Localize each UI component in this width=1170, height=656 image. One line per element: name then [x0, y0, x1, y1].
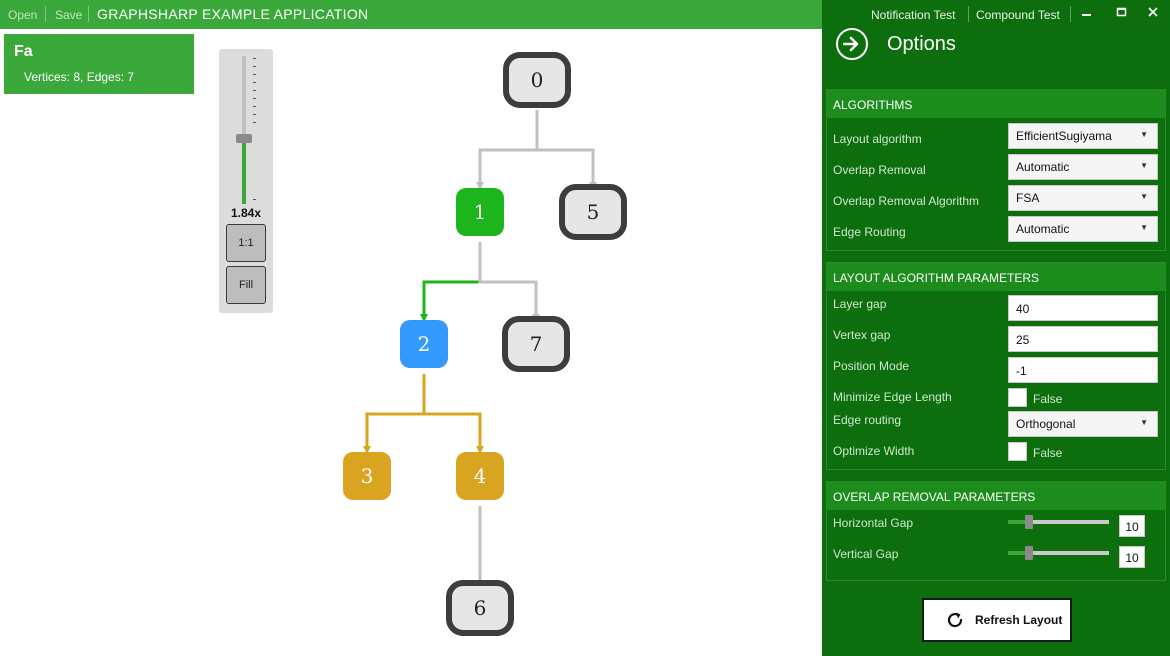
algorithms-header: ALGORITHMS	[827, 90, 1165, 118]
horizontal-gap-value[interactable]: 10	[1119, 515, 1145, 537]
edge-routing-value: Automatic	[1016, 222, 1070, 236]
vertex-label: 7	[530, 332, 543, 356]
horizontal-gap-label: Horizontal Gap	[833, 516, 914, 530]
minimize-edge-length-checkbox[interactable]	[1008, 388, 1027, 407]
minimize-edge-length-label: Minimize Edge Length	[833, 390, 952, 404]
overlap-parameters-section: OVERLAP REMOVAL PARAMETERS Horizontal Ga…	[826, 481, 1166, 581]
refresh-layout-button[interactable]: Refresh Layout	[922, 598, 1072, 642]
vertex-label: 6	[474, 596, 487, 620]
vertex-0[interactable]: 0	[503, 52, 571, 108]
edge-0-1	[476, 110, 539, 190]
edge-2-4	[422, 374, 484, 454]
optimize-width-checkbox[interactable]	[1008, 442, 1027, 461]
dropdown-arrow-icon: ▼	[1140, 161, 1148, 170]
edge-2-3	[363, 374, 426, 454]
vertex-3[interactable]: 3	[343, 452, 391, 500]
vertical-gap-label: Vertical Gap	[833, 547, 899, 561]
vertical-gap-slider[interactable]	[1008, 546, 1109, 560]
layout-algorithm-value: EfficientSugiyama	[1016, 129, 1112, 143]
optimize-width-value: False	[1033, 446, 1063, 460]
vertex-label: 5	[587, 200, 600, 224]
minimize-icon[interactable]	[1080, 5, 1094, 21]
edge-routing-select[interactable]: Automatic ▼	[1008, 216, 1158, 242]
layout-parameters-header: LAYOUT ALGORITHM PARAMETERS	[827, 263, 1165, 291]
vertex-label: 4	[474, 464, 487, 488]
position-mode-input[interactable]: -1	[1008, 357, 1158, 383]
position-mode-label: Position Mode	[833, 359, 910, 373]
maximize-icon[interactable]	[1115, 5, 1129, 21]
vertex-gap-input[interactable]: 25	[1008, 326, 1158, 352]
vertex-label: 1	[474, 200, 487, 224]
dropdown-arrow-icon: ▼	[1140, 192, 1148, 201]
layer-gap-input[interactable]: 40	[1008, 295, 1158, 321]
minimize-edge-length-value: False	[1033, 392, 1063, 406]
notification-test-link[interactable]: Notification Test	[871, 8, 956, 22]
vertex-gap-label: Vertex gap	[833, 328, 891, 342]
edge-routing-param-value: Orthogonal	[1016, 417, 1076, 431]
edge-routing-param-label: Edge routing	[833, 413, 902, 427]
edge-1-2	[420, 242, 482, 322]
options-title: Options	[887, 33, 956, 55]
slider-thumb[interactable]	[1025, 546, 1033, 560]
layer-gap-label: Layer gap	[833, 297, 887, 311]
vertex-label: 2	[418, 332, 431, 356]
options-panel: Notification Test Compound Test Options …	[822, 0, 1170, 656]
vertex-label: 0	[531, 68, 544, 92]
edge-routing-param-select[interactable]: Orthogonal ▼	[1008, 411, 1158, 437]
vertex-5[interactable]: 5	[559, 184, 627, 240]
overlap-removal-algorithm-select[interactable]: FSA ▼	[1008, 185, 1158, 211]
edge-routing-label: Edge Routing	[833, 225, 906, 239]
algorithms-section: ALGORITHMS Layout algorithm EfficientSug…	[826, 89, 1166, 251]
vertex-label: 3	[361, 464, 374, 488]
vertex-2[interactable]: 2	[400, 320, 448, 368]
optimize-width-label: Optimize Width	[833, 444, 915, 458]
collapse-options-arrow-icon[interactable]	[836, 28, 868, 60]
vertex-7[interactable]: 7	[502, 316, 570, 372]
overlap-removal-value: Automatic	[1016, 160, 1070, 174]
overlap-removal-select[interactable]: Automatic ▼	[1008, 154, 1158, 180]
dropdown-arrow-icon: ▼	[1140, 418, 1148, 427]
dropdown-arrow-icon: ▼	[1140, 223, 1148, 232]
close-icon[interactable]	[1146, 5, 1160, 21]
dropdown-arrow-icon: ▼	[1140, 130, 1148, 139]
horizontal-gap-slider[interactable]	[1008, 515, 1109, 529]
overlap-removal-algorithm-label: Overlap Removal Algorithm	[833, 194, 980, 208]
vertex-4[interactable]: 4	[456, 452, 504, 500]
layout-algorithm-label: Layout algorithm	[833, 132, 922, 146]
overlap-removal-algorithm-value: FSA	[1016, 191, 1040, 205]
panel-top-divider	[968, 6, 969, 22]
graph-canvas: 0 1 5 2 7 3 4 6	[343, 52, 627, 636]
edge-0-5	[535, 110, 597, 190]
compound-test-link[interactable]: Compound Test	[976, 8, 1060, 22]
panel-top-divider	[1070, 6, 1071, 22]
refresh-icon	[944, 609, 966, 631]
vertex-6[interactable]: 6	[446, 580, 514, 636]
refresh-layout-label: Refresh Layout	[975, 613, 1063, 627]
slider-thumb[interactable]	[1025, 515, 1033, 529]
edge-1-7	[478, 242, 540, 322]
vertices-layer: 0 1 5 2 7 3 4 6	[343, 52, 627, 636]
overlap-removal-label: Overlap Removal	[833, 163, 926, 177]
layout-algorithm-select[interactable]: EfficientSugiyama ▼	[1008, 123, 1158, 149]
layout-parameters-section: LAYOUT ALGORITHM PARAMETERS Layer gap 40…	[826, 262, 1166, 470]
overlap-parameters-header: OVERLAP REMOVAL PARAMETERS	[827, 482, 1165, 510]
vertical-gap-value[interactable]: 10	[1119, 546, 1145, 568]
vertex-1[interactable]: 1	[456, 188, 504, 236]
